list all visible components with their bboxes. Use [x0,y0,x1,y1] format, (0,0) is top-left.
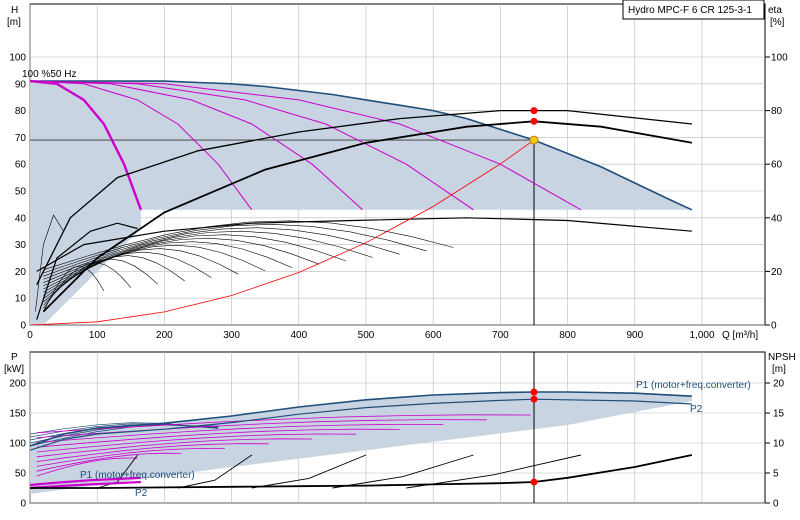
x-tick-label: 1,000 [689,330,714,341]
bottom-left-axis-label: P [11,352,18,363]
top-left-tick-label: 80 [15,106,27,117]
bottom-right-axis-unit: [m] [772,364,786,375]
bottom-left-tick-label: 0 [20,499,26,510]
power-point [530,388,538,396]
x-tick-label: 800 [559,330,576,341]
eta-point [530,117,538,125]
x-tick-label: 100 [89,330,106,341]
power-point [530,478,538,486]
top-right-tick-label: 100 [771,53,788,64]
x-tick-label: 900 [626,330,643,341]
bottom-right-tick-label: 15 [773,409,785,420]
x-tick-label: 600 [425,330,442,341]
top-left-tick-label: 20 [15,267,27,278]
bottom-right-tick-label: 0 [773,499,779,510]
bottom-left-tick-label: 50 [15,469,27,480]
top-left-tick-label: 60 [15,160,27,171]
top-left-tick-label: 70 [15,133,27,144]
p2-main-label: P2 [690,404,703,415]
x-tick-label: 300 [223,330,240,341]
top-left-tick-label: 30 [15,240,27,251]
x-axis-label: Q [m³/h] [722,330,758,341]
x-tick-label: 0 [27,330,33,341]
bottom-right-tick-label: 20 [773,379,785,390]
top-left-tick-label: 90 [15,79,27,90]
top-left-tick-label: 100 [9,53,26,64]
top-right-axis-unit: [%] [770,17,785,28]
p2-low-label: P2 [135,488,148,499]
top-left-tick-label: 0 [20,321,26,332]
x-tick-label: 400 [290,330,307,341]
x-tick-label: 700 [492,330,509,341]
top-left-axis-unit: [m] [7,17,21,28]
x-tick-label: 500 [358,330,375,341]
power-point [530,395,538,403]
bottom-left-tick-label: 150 [9,409,26,420]
top-right-tick-label: 40 [771,213,783,224]
bottom-right-tick-label: 5 [773,469,779,480]
duty-point [529,135,539,145]
eta-point [530,107,538,115]
top-left-tick-label: 40 [15,213,27,224]
top-right-tick-label: 80 [771,106,783,117]
bottom-left-tick-label: 200 [9,379,26,390]
top-right-axis-label: eta [768,5,782,16]
speed-annotation: 100 %50 Hz [22,69,76,80]
pump-performance-chart: 01020304050607080901000 100 200 300 400 500 60… [4,0,796,510]
bottom-right-axis-label: NPSH [768,352,796,363]
bottom-left-tick-label: 100 [9,439,26,450]
top-left-tick-label: 50 [15,187,27,198]
chart-title: Hydro MPC-F 6 CR 125-3-1 [628,5,752,16]
top-right-tick-label: 0 [771,321,777,332]
top-left-tick-label: 10 [15,294,27,305]
p1-main-label: P1 (motor+freq.converter) [636,380,751,391]
top-right-tick-label: 60 [771,160,783,171]
bottom-right-tick-label: 10 [773,439,785,450]
p1-low-label: P1 (motor+freq.converter) [80,470,195,481]
bottom-left-axis-unit: [kW] [4,364,24,375]
x-tick-label: 200 [156,330,173,341]
top-right-tick-label: 20 [771,267,783,278]
top-left-axis-label: H [11,5,18,16]
